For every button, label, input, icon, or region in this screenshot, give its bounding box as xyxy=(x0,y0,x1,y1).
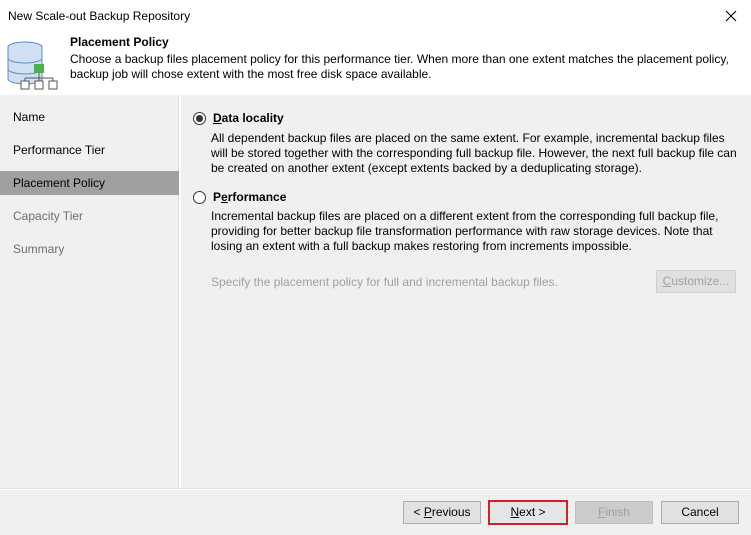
step-placement-policy[interactable]: Placement Policy xyxy=(0,171,179,195)
data-locality-description: All dependent backup files are placed on… xyxy=(211,131,737,175)
wizard-header: Placement Policy Choose a backup files p… xyxy=(0,31,751,95)
performance-label: Performance xyxy=(213,190,287,204)
step-performance-tier[interactable]: Performance Tier xyxy=(0,138,179,162)
customize-hint: Specify the placement policy for full an… xyxy=(211,275,558,289)
step-summary: Summary xyxy=(13,242,65,256)
step-name[interactable]: Name xyxy=(0,105,179,129)
database-hierarchy-icon xyxy=(7,41,58,90)
performance-description: Incremental backup files are placed on a… xyxy=(211,209,719,253)
page-title: Placement Policy xyxy=(70,35,169,49)
data-locality-radio[interactable] xyxy=(193,111,206,125)
performance-radio[interactable] xyxy=(193,190,206,204)
page-description: Choose a backup files placement policy f… xyxy=(70,52,729,81)
previous-button[interactable]: < Previous xyxy=(403,501,481,524)
close-icon xyxy=(725,10,737,21)
title-bar: New Scale-out Backup Repository xyxy=(0,0,751,31)
wizard-steps: Name Performance Tier Placement Policy C… xyxy=(0,95,179,488)
cancel-button[interactable]: Cancel xyxy=(661,501,739,524)
placement-policy-panel: Data locality All dependent backup files… xyxy=(181,95,751,488)
step-capacity-tier: Capacity Tier xyxy=(13,209,84,223)
window-title: New Scale-out Backup Repository xyxy=(8,9,191,23)
customize-button: Customize... xyxy=(656,270,736,293)
data-locality-label: Data locality xyxy=(213,111,284,125)
finish-button: Finish xyxy=(575,501,653,524)
data-locality-option[interactable]: Data locality xyxy=(193,111,284,125)
footer-divider xyxy=(0,488,751,490)
close-button[interactable] xyxy=(711,0,751,31)
next-button[interactable]: Next > xyxy=(488,500,568,525)
performance-option[interactable]: Performance xyxy=(193,190,286,204)
